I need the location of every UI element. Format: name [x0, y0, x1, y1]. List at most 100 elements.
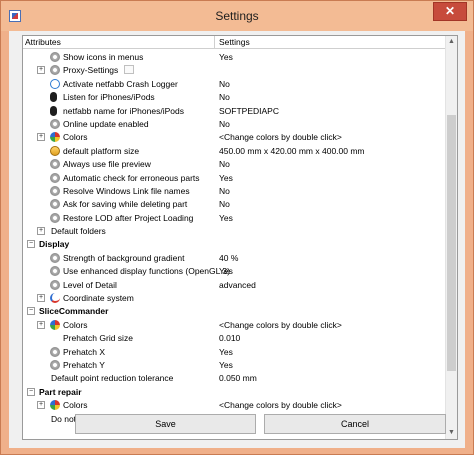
setting-value[interactable]: 0.050 mm — [219, 373, 257, 383]
column-divider[interactable] — [214, 36, 215, 49]
setting-row[interactable]: + Colors <Change colors by double click> — [23, 318, 446, 331]
setting-row[interactable]: Always use file preview No — [23, 157, 446, 170]
gear-icon — [50, 199, 60, 210]
setting-value[interactable]: 40 % — [219, 253, 238, 263]
gear-icon — [50, 346, 60, 357]
setting-value[interactable]: advanced — [219, 280, 256, 290]
colors-icon — [50, 319, 60, 330]
setting-row[interactable]: netfabb name for iPhones/iPods SOFTPEDIAP… — [23, 104, 446, 117]
gear-icon — [50, 185, 60, 196]
setting-label: Activate netfabb Crash Logger — [63, 78, 178, 89]
setting-row[interactable]: + Colors <Change colors by double click> — [23, 130, 446, 143]
expand-toggle-icon[interactable]: + — [37, 401, 45, 410]
setting-value[interactable]: Yes — [219, 173, 233, 183]
proxy-edit-icon[interactable] — [124, 65, 134, 75]
collapse-toggle-icon[interactable]: − — [27, 240, 35, 249]
expand-toggle-icon[interactable]: + — [37, 227, 45, 236]
setting-row[interactable]: Level of Detail advanced — [23, 278, 446, 291]
setting-label: Default folders — [51, 226, 106, 237]
setting-row[interactable]: Online update enabled No — [23, 117, 446, 130]
setting-value[interactable]: Yes — [219, 360, 233, 370]
setting-value[interactable]: <Change colors by double click> — [219, 400, 342, 410]
setting-label: Show icons in menus — [63, 52, 144, 62]
setting-label: Listen for iPhones/iPods — [63, 92, 155, 103]
platform-icon — [50, 145, 60, 156]
setting-value[interactable]: No — [219, 159, 230, 169]
category-row[interactable]: − SliceCommander — [23, 304, 446, 317]
setting-value[interactable]: SOFTPEDIAPC — [219, 106, 279, 116]
setting-label: Restore LOD after Project Loading — [63, 212, 194, 223]
setting-value[interactable]: Yes — [219, 347, 233, 357]
scrollbar-thumb[interactable] — [447, 115, 456, 371]
close-button[interactable]: ✕ — [433, 2, 467, 21]
gear-icon — [50, 252, 60, 263]
setting-value[interactable]: Yes — [219, 266, 233, 276]
settings-grid[interactable]: Attributes Settings Show icons in menus Y… — [22, 35, 458, 440]
colors-icon — [50, 132, 60, 143]
title-bar[interactable]: Settings ✕ — [1, 1, 473, 31]
setting-row[interactable]: Show icons in menus Yes — [23, 50, 446, 63]
category-label: Display — [39, 239, 70, 250]
expand-toggle-icon[interactable]: + — [37, 294, 45, 303]
scroll-up-arrow-icon[interactable]: ▲ — [446, 36, 457, 48]
setting-row[interactable]: Ask for saving while deleting part No — [23, 197, 446, 210]
setting-label: Automatic check for erroneous parts — [63, 172, 200, 183]
setting-label: Prehatch Grid size — [63, 333, 133, 344]
setting-value[interactable]: No — [219, 119, 230, 129]
collapse-toggle-icon[interactable]: − — [27, 387, 35, 396]
setting-row[interactable]: Default point reduction tolerance 0.050 m… — [23, 371, 446, 384]
setting-label: Online update enabled — [63, 118, 149, 129]
setting-value[interactable]: 0.010 — [219, 333, 240, 343]
setting-value[interactable]: <Change colors by double click> — [219, 132, 342, 142]
setting-row[interactable]: Resolve Windows Link file names No — [23, 184, 446, 197]
setting-row[interactable]: Listen for iPhones/iPods No — [23, 90, 446, 103]
setting-row[interactable]: + Coordinate system — [23, 291, 446, 304]
setting-value[interactable]: <Change colors by double click> — [219, 320, 342, 330]
setting-row[interactable]: default platform size 450.00 mm x 420.00 … — [23, 144, 446, 157]
setting-row[interactable]: + Proxy-Settings — [23, 63, 446, 76]
collapse-toggle-icon[interactable]: − — [27, 307, 35, 316]
expand-toggle-icon[interactable]: + — [37, 133, 45, 142]
scroll-down-arrow-icon[interactable]: ▼ — [446, 427, 457, 439]
gear-icon — [50, 65, 60, 76]
grid-header: Attributes Settings — [23, 36, 446, 49]
gear-icon — [50, 118, 60, 129]
setting-row[interactable]: + Colors <Change colors by double click> — [23, 398, 446, 411]
save-button[interactable]: Save — [75, 414, 256, 434]
column-header-settings[interactable]: Settings — [219, 37, 250, 47]
gear-icon — [50, 172, 60, 183]
ipod-icon — [50, 105, 57, 116]
setting-value[interactable]: Yes — [219, 213, 233, 223]
setting-value[interactable]: 450.00 mm x 420.00 mm x 400.00 mm — [219, 146, 365, 156]
cancel-button[interactable]: Cancel — [264, 414, 446, 434]
setting-row[interactable]: Prehatch X Yes — [23, 345, 446, 358]
vertical-scrollbar[interactable]: ▲ ▼ — [445, 36, 457, 439]
setting-value[interactable]: No — [219, 199, 230, 209]
setting-label: Strength of background gradient — [63, 252, 185, 263]
category-row[interactable]: − Part repair — [23, 385, 446, 398]
setting-row[interactable]: Restore LOD after Project Loading Yes — [23, 211, 446, 224]
setting-row[interactable]: Prehatch Grid size 0.010 — [23, 331, 446, 344]
expand-toggle-icon[interactable]: + — [37, 320, 45, 329]
category-row[interactable]: − Display — [23, 237, 446, 250]
expand-toggle-icon[interactable]: + — [37, 66, 45, 75]
category-label: SliceCommander — [39, 306, 109, 317]
setting-value[interactable]: Yes — [219, 52, 233, 62]
setting-value[interactable]: No — [219, 186, 230, 196]
setting-label: Prehatch Y — [63, 359, 105, 370]
setting-row[interactable]: Automatic check for erroneous parts Yes — [23, 171, 446, 184]
setting-row[interactable]: Use enhanced display functions (OpenGL 3… — [23, 264, 446, 277]
setting-row[interactable]: Activate netfabb Crash Logger No — [23, 77, 446, 90]
coord-icon — [50, 293, 60, 304]
gear-icon — [50, 52, 60, 62]
settings-window: Settings ✕ Attributes Settings Show icon… — [0, 0, 474, 455]
setting-value[interactable]: No — [219, 92, 230, 102]
category-label: Part repair — [39, 386, 82, 397]
setting-row[interactable]: Strength of background gradient 40 % — [23, 251, 446, 264]
setting-row[interactable]: + Default folders — [23, 224, 446, 237]
setting-label: Default point reduction tolerance — [51, 373, 174, 384]
column-header-attributes[interactable]: Attributes — [25, 37, 61, 47]
window-title: Settings — [215, 9, 259, 23]
setting-row[interactable]: Prehatch Y Yes — [23, 358, 446, 371]
setting-value[interactable]: No — [219, 79, 230, 89]
